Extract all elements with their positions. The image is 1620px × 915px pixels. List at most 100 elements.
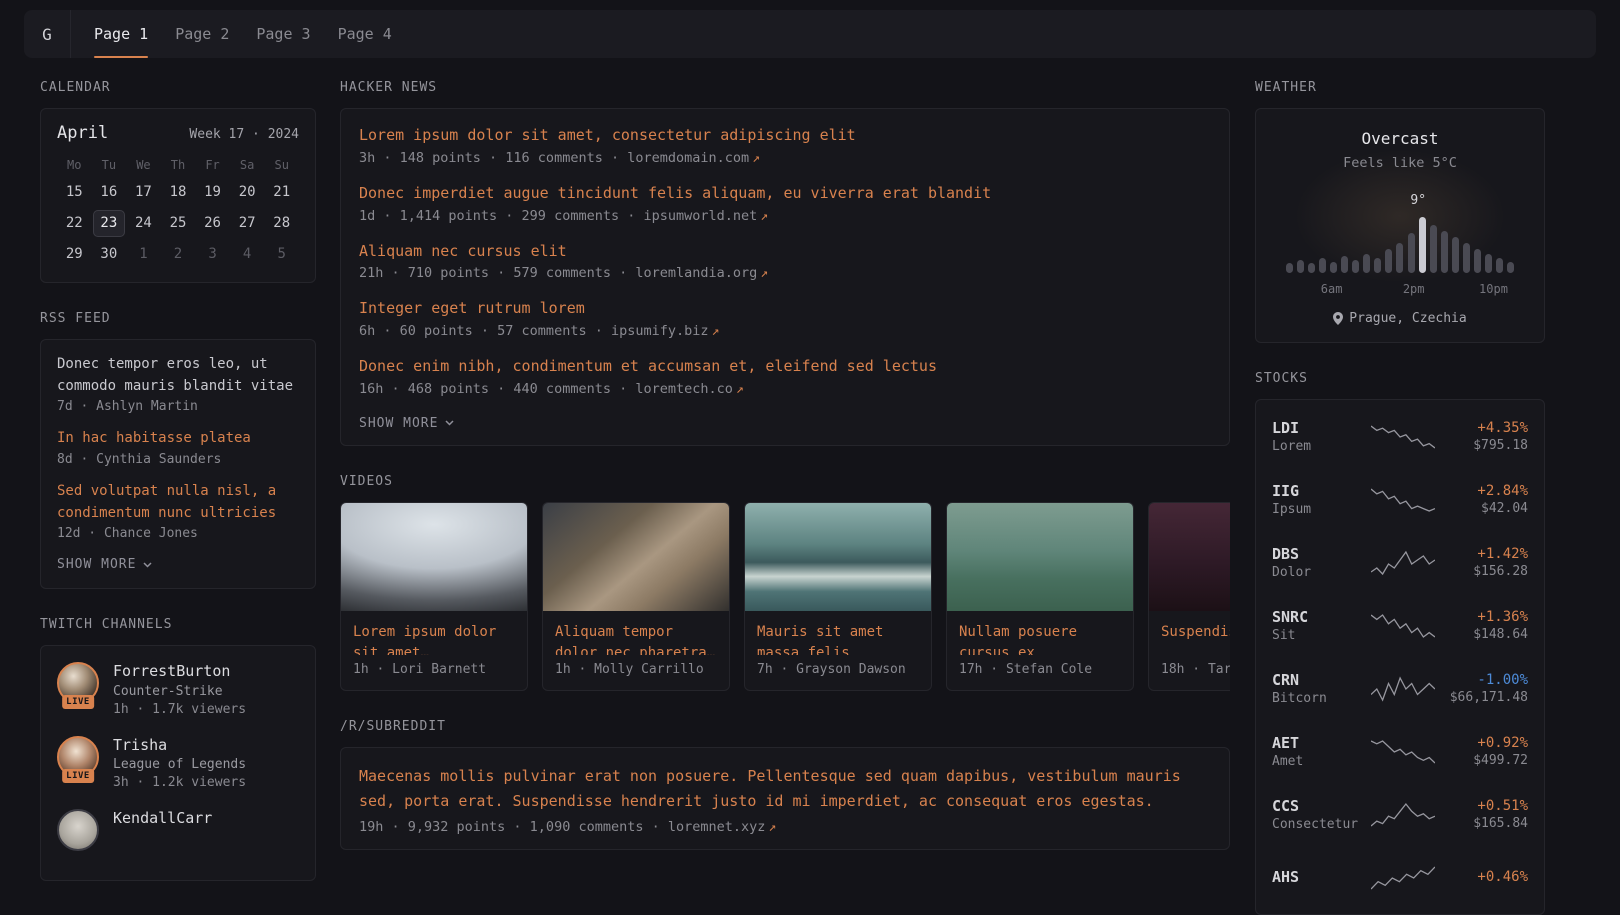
twitch-channel[interactable]: LIVE ForrestBurton Counter-Strike 1h · 1… [57,662,299,717]
day-header: Fr [195,153,230,177]
hn-item-title[interactable]: Donec enim nibh, condimentum et accumsan… [359,356,1211,378]
weather-bar [1308,263,1315,273]
hn-item-title[interactable]: Donec imperdiet augue tincidunt felis al… [359,183,1211,205]
reddit-post-meta: 19h · 9,932 points · 1,090 comments · lo… [359,819,1211,835]
stock-price: $499.72 [1435,753,1528,768]
stock-sparkline [1371,863,1435,893]
hn-item-title[interactable]: Integer eget rutrum lorem [359,298,1211,320]
weather-bar [1452,237,1459,273]
weather-bar [1419,217,1426,273]
right-column: WEATHER Overcast Feels like 5°C 9° 6am 2… [1255,80,1545,915]
weather-condition: Overcast [1272,129,1528,148]
rss-show-more-button[interactable]: SHOW MORE [57,555,152,576]
video-thumbnail [1149,503,1230,611]
app-logo[interactable]: G [24,10,71,58]
hn-item-title[interactable]: Lorem ipsum dolor sit amet, consectetur … [359,125,1211,147]
reddit-post-title[interactable]: Maecenas mollis pulvinar erat non posuer… [359,764,1211,814]
calendar-day: 26 [195,208,230,239]
stock-sparkline [1371,737,1435,767]
hn-item-meta: 6h · 60 points · 57 comments · ipsumify.… [359,323,1211,339]
tab-page-4[interactable]: Page 4 [338,10,392,58]
stock-change: -1.00% [1435,672,1528,688]
video-meta: 7h · Grayson Dawson [745,655,931,690]
video-title: Lorem ipsum dolor sit amet consectetu… [341,611,527,655]
video-title: Mauris sit amet massa felis [745,611,931,655]
stock-symbol: AET [1272,734,1371,752]
hn-item: Donec imperdiet augue tincidunt felis al… [359,183,1211,224]
channel-game: League of Legends [113,757,246,772]
stock-change: +1.36% [1435,609,1528,625]
weather-bar [1474,249,1481,273]
video-thumbnail [341,503,527,611]
weather-bar [1507,262,1514,273]
hn-meta-text[interactable]: 3h · 148 points · 116 comments · loremdo… [359,150,749,166]
hn-meta-text[interactable]: 16h · 468 points · 440 comments · loremt… [359,381,733,397]
section-title-rss: RSS FEED [40,311,316,326]
rss-item-title[interactable]: Donec tempor eros leo, ut commodo mauris… [57,354,299,397]
rss-section: RSS FEED Donec tempor eros leo, ut commo… [40,311,316,589]
weather-bar [1396,243,1403,273]
video-card[interactable]: Aliquam tempor dolor nec pharetra… 1h · … [542,502,730,691]
page-tabs: Page 1 Page 2 Page 3 Page 4 [94,10,392,58]
hn-meta-text[interactable]: 1d · 1,414 points · 299 comments · ipsum… [359,208,757,224]
stock-name: Dolor [1272,565,1371,580]
video-card[interactable]: Suspendisse diam 18h · Tara [1148,502,1230,691]
calendar-day: 27 [230,208,265,239]
stock-identity: DBS Dolor [1272,545,1371,580]
weather-bar [1319,258,1326,273]
video-meta: 1h · Molly Carrillo [543,655,729,690]
day-header: We [126,153,161,177]
calendar-day: 4 [230,239,265,270]
external-link-icon: ↗ [712,324,720,339]
stock-values: +1.36% $148.64 [1435,609,1528,642]
twitch-channel[interactable]: LIVE Trisha League of Legends 3h · 1.2k … [57,736,299,791]
video-card[interactable]: Lorem ipsum dolor sit amet consectetu… 1… [340,502,528,691]
calendar-day: 24 [126,208,161,239]
section-title-videos: VIDEOS [340,474,1230,489]
weather-location: Prague, Czechia [1272,311,1528,326]
calendar-header: April Week 17 · 2024 [57,123,299,143]
stock-values: +0.92% $499.72 [1435,735,1528,768]
videos-row: Lorem ipsum dolor sit amet consectetu… 1… [340,502,1230,691]
stock-identity: IIG Ipsum [1272,482,1371,517]
stock-values: +4.35% $795.18 [1435,420,1528,453]
live-badge: LIVE [62,695,94,709]
time-label: 2pm [1403,282,1425,296]
weather-bar [1330,262,1337,273]
reddit-meta-text[interactable]: 19h · 9,932 points · 1,090 comments · lo… [359,819,765,835]
video-thumbnail [745,503,931,611]
stock-price: $795.18 [1435,438,1528,453]
video-card[interactable]: Nullam posuere cursus ex 17h · Stefan Co… [946,502,1134,691]
avatar: LIVE [57,736,99,778]
weather-feels-like: Feels like 5°C [1272,155,1528,171]
calendar-day: 1 [126,239,161,270]
twitch-channel[interactable]: KendallCarr [57,809,299,851]
hn-meta-text[interactable]: 6h · 60 points · 57 comments · ipsumify.… [359,323,709,339]
section-title-hackernews: HACKER NEWS [340,80,1230,95]
stock-change: +4.35% [1435,420,1528,436]
stock-symbol: SNRC [1272,608,1371,626]
rss-item-title[interactable]: Sed volutpat nulla nisl, a condimentum n… [57,481,299,524]
rss-item-meta: 8d · Cynthia Saunders [57,452,299,467]
hn-show-more-button[interactable]: SHOW MORE [359,414,454,435]
tab-page-1[interactable]: Page 1 [94,10,148,58]
hn-item: Aliquam nec cursus elit 21h · 710 points… [359,241,1211,282]
day-header: Th [161,153,196,177]
weather-peak-temp: 9° [1410,193,1426,208]
tab-page-2[interactable]: Page 2 [175,10,229,58]
reddit-section: /R/SUBREDDIT Maecenas mollis pulvinar er… [340,719,1230,851]
rss-item-title[interactable]: In hac habitasse platea [57,428,299,450]
calendar-day: 3 [195,239,230,270]
calendar-day-today: 23 [92,208,127,239]
hn-meta-text[interactable]: 21h · 710 points · 579 comments · loreml… [359,265,757,281]
video-card[interactable]: Mauris sit amet massa felis 7h · Grayson… [744,502,932,691]
show-more-label: SHOW MORE [359,416,438,431]
weather-location-label: Prague, Czechia [1349,311,1466,326]
tab-page-3[interactable]: Page 3 [256,10,310,58]
video-thumbnail [543,503,729,611]
video-meta: 17h · Stefan Cole [947,655,1133,690]
hn-item-title[interactable]: Aliquam nec cursus elit [359,241,1211,263]
section-title-calendar: CALENDAR [40,80,316,95]
stock-identity: AET Amet [1272,734,1371,769]
channel-info: ForrestBurton Counter-Strike 1h · 1.7k v… [113,662,246,717]
